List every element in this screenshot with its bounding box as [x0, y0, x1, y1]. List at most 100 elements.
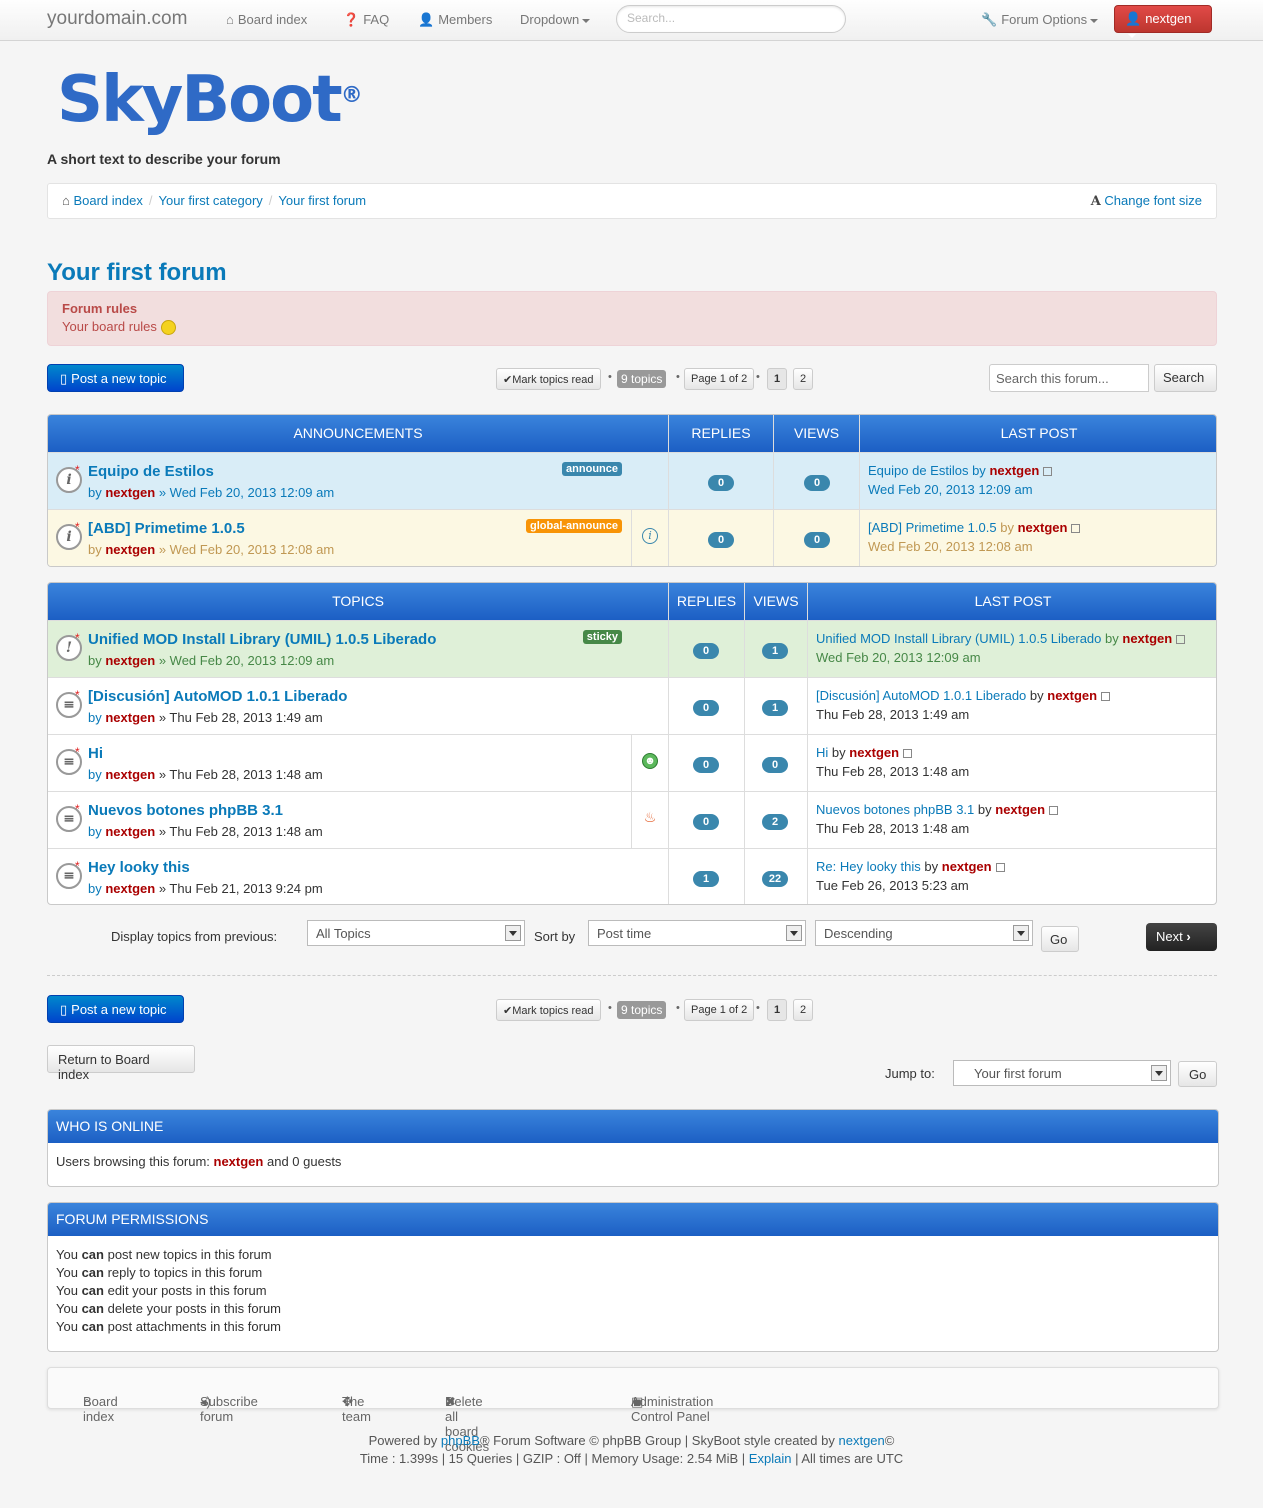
phpbb-link[interactable]: phpBB — [441, 1433, 480, 1448]
mark-topics-read-button[interactable]: ✔Mark topics read — [496, 368, 601, 390]
last-post-author[interactable]: nextgen — [989, 463, 1039, 478]
topic-author[interactable]: nextgen — [105, 824, 155, 839]
forum-rules-text: Your board rules — [62, 319, 157, 334]
topic-title-link[interactable]: Equipo de Estilos — [88, 463, 214, 480]
topic-title-link[interactable]: [ABD] Primetime 1.0.5 — [88, 520, 245, 537]
nav-dropdown[interactable]: Dropdown — [520, 12, 591, 27]
sort-order-select[interactable]: Descending — [815, 920, 1033, 946]
forum-options-menu[interactable]: 🔧 Forum Options — [981, 12, 1099, 28]
view-latest-post-icon[interactable] — [1101, 692, 1111, 702]
creator-link[interactable]: nextgen — [839, 1433, 885, 1448]
breadcrumb-category[interactable]: Your first category — [158, 193, 262, 208]
breadcrumb-board-index[interactable]: Board index — [73, 193, 142, 208]
topic-author[interactable]: nextgen — [105, 767, 155, 782]
fire-icon: ♨ — [643, 809, 657, 825]
view-latest-post-icon[interactable] — [995, 863, 1005, 873]
topic-cell: ≡ * Nuevos botones phpBB 3.1 by nextgen »… — [48, 792, 632, 848]
last-post-author[interactable]: nextgen — [995, 802, 1045, 817]
sort-by-select[interactable]: Post time — [588, 920, 806, 946]
site-logo[interactable]: SkyBoot® — [57, 60, 363, 140]
last-post-link[interactable]: Re: Hey looky this — [816, 859, 921, 874]
info-icon: i — [642, 528, 658, 544]
topic-author[interactable]: nextgen — [105, 653, 155, 668]
topic-title-link[interactable]: Unified MOD Install Library (UMIL) 1.0.5… — [88, 631, 436, 648]
permission-item: You can delete your posts in this forum — [56, 1300, 1210, 1318]
display-topics-select[interactable]: All Topics — [307, 920, 525, 946]
last-post-link[interactable]: [Discusión] AutoMOD 1.0.1 Liberado — [816, 688, 1026, 703]
dropdown-arrow-icon — [1151, 1065, 1167, 1081]
last-post-link[interactable]: Equipo de Estilos — [868, 463, 968, 478]
pagination-bottom: ✔Mark topics read • 9 topics • Page 1 of… — [496, 999, 816, 1021]
last-post-author[interactable]: nextgen — [1047, 688, 1097, 703]
topic-title-link[interactable]: Hi — [88, 745, 103, 762]
page-link-1[interactable]: 1 — [767, 368, 787, 390]
who-is-online-title: WHO IS ONLINE — [48, 1110, 1218, 1143]
nav-members[interactable]: 👤 Members — [418, 12, 492, 28]
topic-title-link[interactable]: Nuevos botones phpBB 3.1 — [88, 802, 283, 819]
last-post-cell: Nuevos botones phpBB 3.1 by nextgen Thu … — [816, 802, 1059, 836]
post-new-topic-button[interactable]: ▯ Post a new topic — [47, 364, 184, 392]
can-text: can — [81, 1319, 104, 1334]
view-latest-post-icon[interactable] — [1049, 806, 1059, 816]
last-post-author[interactable]: nextgen — [1018, 520, 1068, 535]
footer-board-index-label: Board index — [83, 1394, 118, 1424]
forum-search-button[interactable]: Search — [1154, 364, 1217, 392]
view-latest-post-icon[interactable] — [1071, 524, 1081, 534]
last-post-author[interactable]: nextgen — [1122, 631, 1172, 646]
unread-star-icon: * — [75, 463, 80, 477]
site-brand[interactable]: yourdomain.com — [47, 8, 187, 30]
last-post-author[interactable]: nextgen — [849, 745, 899, 760]
change-font-size[interactable]: A Change font size — [1091, 193, 1202, 209]
mark-topics-read-button[interactable]: ✔Mark topics read — [496, 999, 601, 1021]
forum-search-input[interactable]: Search this forum... — [989, 364, 1149, 392]
sort-go-button[interactable]: Go — [1041, 926, 1079, 952]
topic-title-link[interactable]: Hey looky this — [88, 859, 190, 876]
post-new-topic-button-bottom[interactable]: ▯ Post a new topic — [47, 995, 184, 1023]
explain-link[interactable]: Explain — [749, 1451, 792, 1466]
display-topics-value: All Topics — [316, 926, 371, 941]
document-icon: ▯ — [60, 371, 68, 386]
permission-text: post new topics in this forum — [107, 1247, 272, 1262]
topic-author[interactable]: nextgen — [105, 485, 155, 500]
view-latest-post-icon[interactable] — [1176, 635, 1186, 645]
last-post-date: Wed Feb 20, 2013 12:09 am — [816, 650, 981, 665]
next-page-button[interactable]: Next › — [1146, 923, 1217, 951]
you-text: You — [56, 1301, 78, 1316]
topic-author[interactable]: nextgen — [105, 710, 155, 725]
user-icon: 👤 — [1125, 11, 1142, 26]
page-link-2[interactable]: 2 — [793, 999, 813, 1021]
topic-title-link[interactable]: [Discusión] AutoMOD 1.0.1 Liberado — [88, 688, 347, 705]
topic-author[interactable]: nextgen — [105, 881, 155, 896]
page-info[interactable]: Page 1 of 2 — [684, 999, 755, 1021]
view-latest-post-icon[interactable] — [903, 749, 913, 759]
view-latest-post-icon[interactable] — [1043, 467, 1053, 477]
last-post-link[interactable]: [ABD] Primetime 1.0.5 — [868, 520, 997, 535]
permission-item: You can post attachments in this forum — [56, 1318, 1210, 1336]
last-post-link[interactable]: Nuevos botones phpBB 3.1 — [816, 802, 974, 817]
last-post-cell: Unified MOD Install Library (UMIL) 1.0.5… — [816, 631, 1186, 665]
post-icon-cell: ☻ — [632, 735, 669, 791]
online-user-link[interactable]: nextgen — [214, 1154, 264, 1169]
question-icon: ❓ — [343, 12, 360, 27]
topic-author[interactable]: nextgen — [105, 542, 155, 557]
navbar-search-input[interactable]: Search... — [616, 5, 846, 33]
replies-cell: 0 — [669, 792, 745, 848]
return-board-index-button[interactable]: Return to Board index — [47, 1045, 195, 1082]
nav-board-index[interactable]: ⌂ Board index — [226, 12, 307, 27]
views-cell: 0 — [774, 453, 860, 509]
last-post-link[interactable]: Unified MOD Install Library (UMIL) 1.0.5… — [816, 631, 1101, 646]
page-link-2[interactable]: 2 — [793, 368, 813, 390]
breadcrumb-forum[interactable]: Your first forum — [278, 193, 366, 208]
jump-go-button[interactable]: Go — [1178, 1061, 1217, 1087]
jump-to-select[interactable]: Your first forum — [953, 1060, 1171, 1086]
last-post-author[interactable]: nextgen — [942, 859, 992, 874]
divider — [47, 975, 1217, 976]
nav-faq[interactable]: ❓ FAQ — [343, 12, 389, 28]
last-post-cell: [ABD] Primetime 1.0.5 by nextgen Wed Feb… — [868, 520, 1081, 554]
user-menu-button[interactable]: 👤 nextgen — [1114, 5, 1212, 38]
last-post-link[interactable]: Hi — [816, 745, 828, 760]
user-icon: 👤 — [418, 12, 435, 27]
page-link-1[interactable]: 1 — [767, 999, 787, 1021]
nav-board-index-label: Board index — [237, 12, 308, 27]
page-info[interactable]: Page 1 of 2 — [684, 368, 755, 390]
